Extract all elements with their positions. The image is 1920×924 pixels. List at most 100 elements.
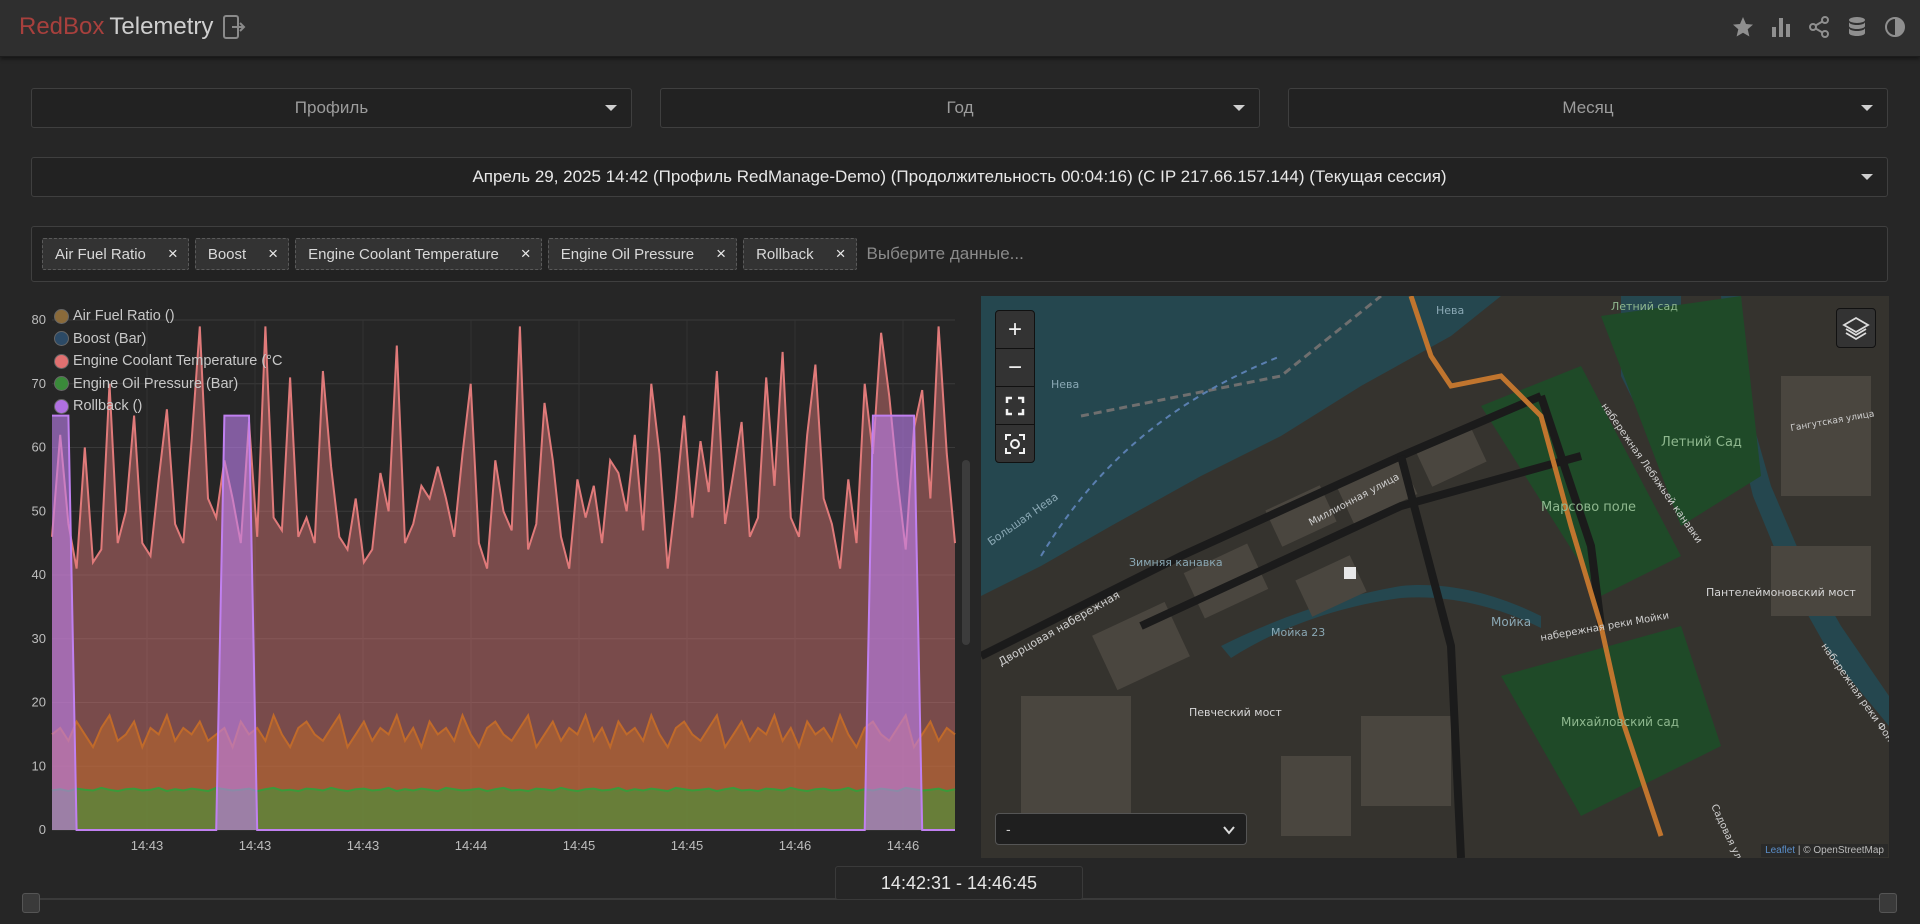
chevron-down-icon <box>1861 105 1873 111</box>
remove-tag-icon[interactable]: × <box>168 244 178 264</box>
chart-legend: Air Fuel Ratio () Boost (Bar) Engine Coo… <box>54 305 282 418</box>
zoom-out-button[interactable]: − <box>996 349 1034 387</box>
legend-label: Engine Coolant Temperature (°C <box>73 353 283 369</box>
session-select[interactable]: Апрель 29, 2025 14:42 (Профиль RedManage… <box>31 157 1888 197</box>
map-layer-select[interactable]: - <box>995 813 1247 845</box>
map-label: Нева <box>1051 378 1079 391</box>
x-tick-label: 14:43 <box>131 838 164 853</box>
map-view[interactable]: Нева Нева Большая Нева Летний сад Летний… <box>981 296 1889 858</box>
y-tick-label: 0 <box>39 822 46 837</box>
year-select-label: Год <box>946 98 974 117</box>
y-tick-label: 50 <box>32 503 46 518</box>
x-tick-label: 14:46 <box>887 838 920 853</box>
time-range-label: 14:42:31 - 14:46:45 <box>835 866 1083 900</box>
legend-label: Boost (Bar) <box>73 330 147 347</box>
profile-select-label: Профиль <box>294 98 369 117</box>
map-label: Певческий мост <box>1189 706 1282 719</box>
legend-label: Engine Oil Pressure (Bar) <box>73 375 239 392</box>
x-tick-label: 14:46 <box>779 838 812 853</box>
tag-rollback: Rollback × <box>743 238 857 270</box>
map-label: Летний сад <box>1611 300 1678 313</box>
session-select-label: Апрель 29, 2025 14:42 (Профиль RedManage… <box>472 167 1447 186</box>
remove-tag-icon[interactable]: × <box>521 244 531 264</box>
legend-swatch <box>54 331 69 347</box>
tag-engine-coolant-temperature: Engine Coolant Temperature × <box>295 238 542 270</box>
map-label: Мойка 23 <box>1271 626 1325 639</box>
y-tick-label: 80 <box>32 312 46 327</box>
map-label: Летний Сад <box>1661 435 1742 450</box>
brand-name-white: Telemetry <box>109 13 214 40</box>
x-tick-label: 14:45 <box>563 838 596 853</box>
panel-resize-handle[interactable] <box>962 460 970 645</box>
data-series-selector[interactable]: Air Fuel Ratio × Boost × Engine Coolant … <box>31 226 1888 282</box>
locate-button[interactable] <box>996 425 1034 462</box>
tag-engine-oil-pressure: Engine Oil Pressure × <box>547 238 738 270</box>
year-select[interactable]: Год <box>660 88 1260 128</box>
legend-label: Rollback () <box>73 398 143 414</box>
map-tiles: Нева Нева Большая Нева Летний сад Летний… <box>981 296 1889 858</box>
map-zoom-control: + − <box>995 310 1035 463</box>
month-select-label: Месяц <box>1562 98 1614 117</box>
chevron-down-icon <box>1861 174 1873 180</box>
remove-tag-icon[interactable]: × <box>836 244 846 264</box>
data-search-placeholder[interactable]: Выберите данные... <box>867 244 1024 264</box>
range-end-handle[interactable] <box>1879 893 1897 913</box>
remove-tag-icon[interactable]: × <box>716 244 726 264</box>
series-area <box>52 787 955 830</box>
tag-air-fuel-ratio: Air Fuel Ratio × <box>42 238 189 270</box>
osm-attribution: | © OpenStreetMap <box>1797 845 1884 856</box>
layers-button[interactable] <box>1836 308 1876 348</box>
legend-item[interactable]: Air Fuel Ratio () <box>54 305 282 328</box>
legend-item[interactable]: Rollback () <box>54 395 282 418</box>
tag-label: Boost <box>207 245 247 263</box>
legend-swatch <box>54 353 69 369</box>
logout-icon[interactable] <box>222 14 246 40</box>
contrast-icon[interactable] <box>1882 14 1908 40</box>
database-icon[interactable] <box>1844 14 1870 40</box>
tag-label: Engine Oil Pressure <box>560 245 695 263</box>
leaflet-link[interactable]: Leaflet <box>1765 845 1795 856</box>
bar-chart-icon[interactable] <box>1768 14 1794 40</box>
y-tick-label: 70 <box>32 376 46 391</box>
map-label: Пантелеймоновский мост <box>1706 586 1856 599</box>
map-label: Марсово поле <box>1541 500 1636 515</box>
tag-boost: Boost × <box>194 238 290 270</box>
legend-item[interactable]: Boost (Bar) <box>54 328 282 351</box>
legend-item[interactable]: Engine Oil Pressure (Bar) <box>54 373 282 396</box>
x-tick-label: 14:43 <box>347 838 380 853</box>
tag-label: Air Fuel Ratio <box>55 245 146 263</box>
header-toolbar <box>1730 14 1908 40</box>
map-label: Михайловский сад <box>1561 715 1679 729</box>
fullscreen-button[interactable] <box>996 387 1034 425</box>
tag-label: Rollback <box>756 245 814 263</box>
map-layer-select-value: - <box>1006 821 1011 837</box>
y-tick-label: 30 <box>32 631 46 646</box>
locate-icon <box>1005 433 1025 454</box>
legend-swatch <box>54 376 69 392</box>
map-label: Нева <box>1436 304 1464 317</box>
y-tick-label: 60 <box>32 440 46 455</box>
star-icon[interactable] <box>1730 14 1756 40</box>
x-tick-label: 14:44 <box>455 838 488 853</box>
layers-icon <box>1842 316 1870 341</box>
map-label: Мойка <box>1491 615 1531 629</box>
chevron-down-icon <box>1233 105 1245 111</box>
y-tick-label: 20 <box>32 695 46 710</box>
legend-label: Air Fuel Ratio () <box>73 308 175 324</box>
share-icon[interactable] <box>1806 14 1832 40</box>
profile-select[interactable]: Профиль <box>31 88 632 128</box>
map-label: Зимняя канавка <box>1129 556 1223 569</box>
legend-swatch <box>54 398 69 414</box>
zoom-in-button[interactable]: + <box>996 311 1034 349</box>
remove-tag-icon[interactable]: × <box>268 244 278 264</box>
range-start-handle[interactable] <box>22 893 40 913</box>
brand-logo[interactable]: RedBox Telemetry <box>19 13 246 41</box>
brand-name-red: RedBox <box>19 13 105 40</box>
x-tick-label: 14:45 <box>671 838 704 853</box>
y-tick-label: 40 <box>32 567 46 582</box>
map-attribution: Leaflet | © OpenStreetMap <box>1761 844 1888 857</box>
y-tick-label: 10 <box>32 758 46 773</box>
chevron-down-icon <box>605 105 617 111</box>
month-select[interactable]: Месяц <box>1288 88 1888 128</box>
legend-item[interactable]: Engine Coolant Temperature (°C <box>54 350 282 373</box>
